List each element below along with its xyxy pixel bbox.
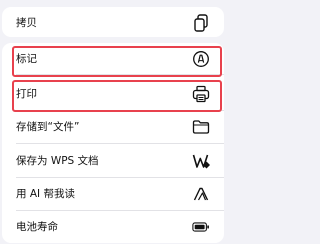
separator [16,74,224,75]
share-action-sheet: 拷贝 标记 打印 存储到“文件” 保存为 WPS 文档 用 AI 帮我读 电池寿… [0,0,226,244]
wps-icon [192,152,210,170]
menu-item-battery-life[interactable]: 电池寿命 [2,211,224,242]
copy-icon [192,13,210,32]
markup-icon [192,50,210,68]
menu-item-label: 标记 [16,53,37,65]
menu-item-label: 电池寿命 [16,221,58,233]
menu-item-label: 保存为 WPS 文档 [16,155,99,167]
menu-item-label: 用 AI 帮我读 [16,188,75,200]
menu-item-save-to-files[interactable]: 存储到“文件” [2,111,224,142]
menu-item-ai-read[interactable]: 用 AI 帮我读 [2,178,224,209]
ai-read-icon [192,185,210,203]
menu-item-label: 拷贝 [16,17,37,29]
menu-item-markup[interactable]: 标记 [2,43,224,74]
battery-icon [192,218,210,236]
action-group-copy: 拷贝 [2,7,224,37]
action-group-main: 标记 打印 存储到“文件” 保存为 WPS 文档 用 AI 帮我读 电池寿命 [2,43,224,243]
folder-icon [192,118,210,136]
separator [16,143,224,144]
menu-item-print[interactable]: 打印 [2,78,224,109]
menu-item-save-as-wps[interactable]: 保存为 WPS 文档 [2,145,224,176]
menu-item-label: 打印 [16,88,37,100]
menu-item-copy[interactable]: 拷贝 [2,7,224,37]
print-icon [192,85,210,103]
menu-item-label: 存储到“文件” [16,121,80,133]
